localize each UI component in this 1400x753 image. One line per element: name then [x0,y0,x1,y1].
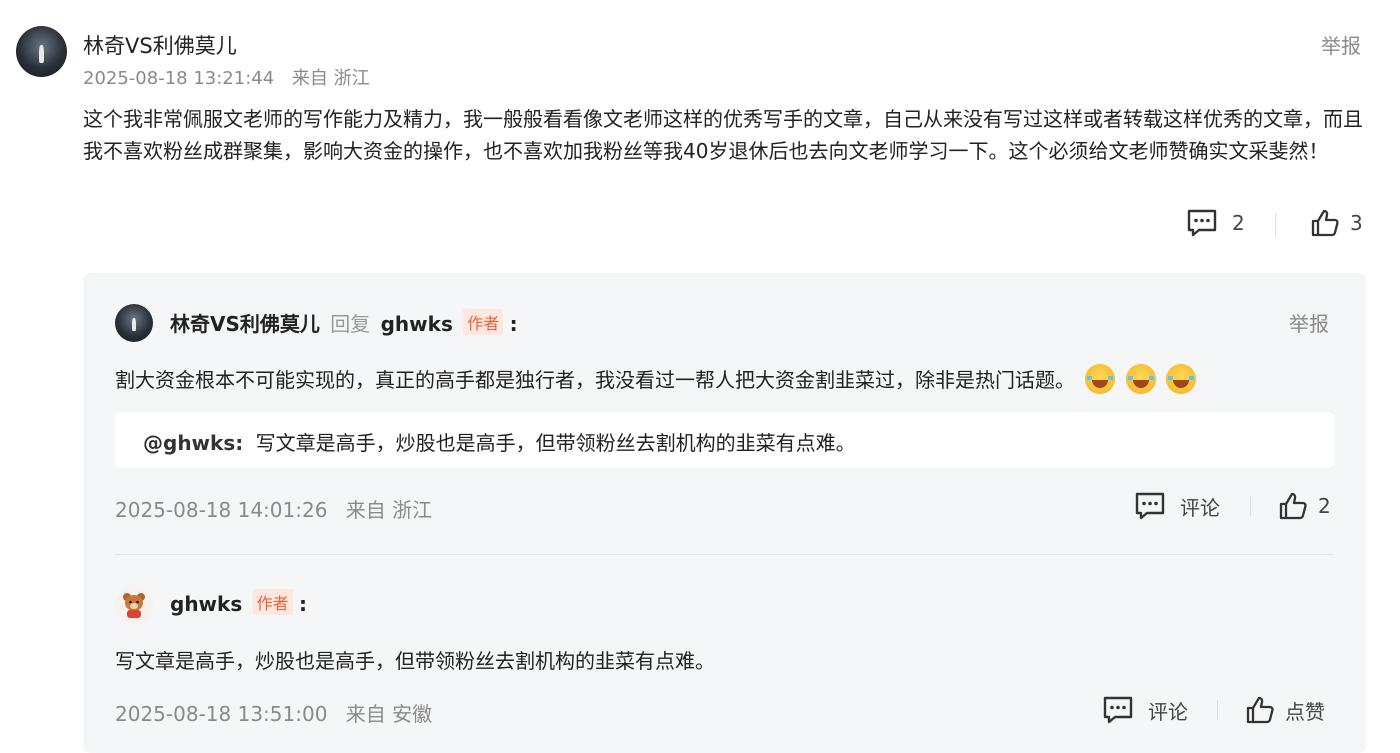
comment-icon [1134,491,1166,521]
thumbs-up-icon [1278,491,1308,521]
reply-comment-label: 评论 [1180,495,1220,520]
reply-colon: : [509,312,518,336]
reply-timestamp: 2025-08-18 14:01:26 [115,498,328,522]
action-divider [1217,700,1218,720]
comment-timestamp: 2025-08-18 13:21:44 [83,68,275,89]
laugh-cry-emoji [1166,364,1197,394]
author-badge: 作者 [463,309,504,335]
thumbs-up-icon [1310,208,1340,238]
comment-count: 2 [1232,211,1245,235]
reply-divider [115,554,1334,555]
comment-username[interactable]: 林奇VS利佛莫儿 [83,30,237,60]
comment-location: 来自 浙江 [291,68,370,89]
reply-like-count: 2 [1318,494,1331,518]
author-badge: 作者 [252,589,293,615]
action-divider [1275,213,1276,237]
report-button[interactable]: 举报 [1321,30,1361,59]
reply-comment-label: 评论 [1148,699,1188,724]
reply-header: ghwks 作者 : [170,589,307,616]
quoted-reply-content: @ghwks: 写文章是高手，炒股也是高手，但带领粉丝去割机构的韭菜有点难。 [143,427,856,456]
bear-icon [123,593,145,618]
reply-word: 回复 [330,312,371,336]
avatar[interactable] [115,586,153,624]
action-divider [1250,496,1251,516]
reply-comment-button[interactable]: 评论 [1134,491,1220,521]
reply-meta: 2025-08-18 14:01:26 来自 浙江 [115,494,432,523]
reply-like-button[interactable]: 点赞 [1245,695,1325,725]
reply-username[interactable]: 林奇VS利佛莫儿 [170,312,320,336]
laugh-cry-emoji [1125,364,1156,394]
thumbs-up-icon [1245,695,1275,725]
reply-timestamp: 2025-08-18 13:51:00 [115,702,328,726]
reply-username[interactable]: ghwks [170,592,242,616]
comment-button[interactable]: 2 [1186,208,1245,238]
reply-target-username[interactable]: ghwks [381,312,453,336]
comment-text: 这个我非常佩服文老师的写作能力及精力，我一般般看看像文老师这样的优秀写手的文章，… [83,107,1363,163]
report-button[interactable]: 举报 [1289,308,1329,337]
comment-icon [1186,208,1218,238]
reply-colon: : [298,592,307,616]
reply-location: 来自 浙江 [345,498,433,522]
laugh-cry-emoji [1085,364,1116,394]
avatar[interactable] [115,304,153,342]
reply-like-label: 点赞 [1285,699,1325,724]
reply-location: 来自 安徽 [345,702,433,726]
reply-meta: 2025-08-18 13:51:00 来自 安徽 [115,698,432,727]
quote-username[interactable]: @ghwks: [143,431,243,455]
like-button[interactable]: 3 [1310,208,1363,238]
reply-text-content: 割大资金根本不可能实现的，真正的高手都是独行者，我没看过一帮人把大资金割韭菜过，… [115,368,1075,392]
reply-comment-button[interactable]: 评论 [1102,695,1188,725]
comment-icon [1102,695,1134,725]
like-count: 3 [1350,211,1363,235]
quote-text: 写文章是高手，炒股也是高手，但带领粉丝去割机构的韭菜有点难。 [255,431,856,455]
reply-text: 割大资金根本不可能实现的，真正的高手都是独行者，我没看过一帮人把大资金割韭菜过，… [115,364,1197,395]
avatar[interactable] [16,26,67,77]
reply-header: 林奇VS利佛莫儿 回复 ghwks 作者 : [170,308,518,337]
comment-time: 2025-08-18 13:21:44 来自 浙江 [83,64,370,90]
reply-like-button[interactable]: 2 [1278,491,1331,521]
reply-text: 写文章是高手，炒股也是高手，但带领粉丝去割机构的韭菜有点难。 [115,649,715,673]
